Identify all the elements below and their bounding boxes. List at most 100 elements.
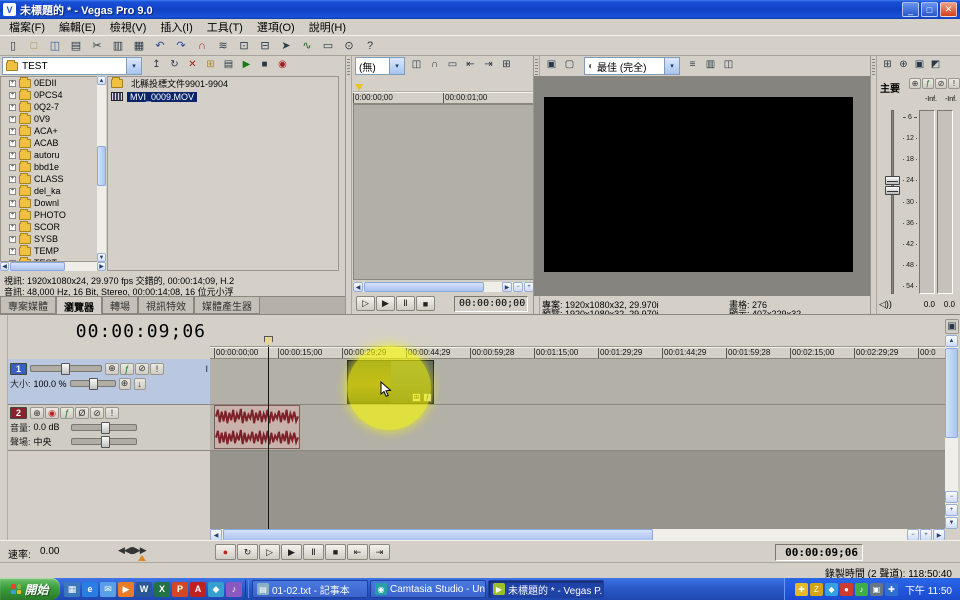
quicklaunch-excel[interactable]: X xyxy=(154,582,170,597)
tray-icon-5[interactable]: ♪ xyxy=(855,583,868,596)
invert-phase-button[interactable]: Ø xyxy=(75,407,89,419)
paste-button[interactable]: ▦ xyxy=(129,37,149,54)
expand-icon[interactable]: + xyxy=(9,212,16,219)
play-from-start-button[interactable]: ▷ xyxy=(259,544,280,560)
stop-button[interactable]: ■ xyxy=(416,296,435,311)
quicklaunch-media-player[interactable]: ▶ xyxy=(118,582,134,597)
zoom-out-icon[interactable]: − xyxy=(513,282,523,292)
panel-grip[interactable] xyxy=(346,56,352,314)
tree-folder-item[interactable]: + SYSB xyxy=(1,233,97,245)
tab-video-fx[interactable]: 視訊特效 xyxy=(138,297,194,314)
address-dropdown[interactable]: TEST ▾ xyxy=(2,57,142,75)
tree-folder-item[interactable]: + 0EDII xyxy=(1,77,97,89)
menu-item[interactable]: 檔案(F) xyxy=(2,18,52,36)
tray-icon-6[interactable]: ▣ xyxy=(870,583,883,596)
taskbar-window-vegas[interactable]: ▶ 未標題的 * - Vegas P... xyxy=(488,580,604,598)
pan-slider[interactable] xyxy=(71,438,137,445)
expand-icon[interactable]: + xyxy=(9,92,16,99)
size-value[interactable]: 100.0 % xyxy=(34,379,67,389)
scroll-thumb[interactable] xyxy=(97,146,106,186)
scroll-left-icon[interactable]: ◀ xyxy=(0,262,9,271)
video-track-lane[interactable] xyxy=(210,359,945,405)
video-preview[interactable] xyxy=(544,97,853,272)
scroll-thumb[interactable] xyxy=(364,282,484,292)
new-folder-button[interactable]: ⊞ xyxy=(202,57,219,72)
timeline-ruler[interactable]: 00:00:00;00 00:00:15;00 00:00:29;29 00:0… xyxy=(210,347,945,359)
quicklaunch-media[interactable]: ♪ xyxy=(226,582,242,597)
track-fx-button[interactable]: ƒ xyxy=(60,407,74,419)
delete-button[interactable]: ✕ xyxy=(184,57,201,72)
save-button[interactable]: ◫ xyxy=(45,37,65,54)
cut-button[interactable]: ✂ xyxy=(87,37,107,54)
project-video-properties-button[interactable]: ▣ xyxy=(543,57,560,72)
expand-icon[interactable]: + xyxy=(9,80,16,87)
dropdown-arrow-icon[interactable]: ▾ xyxy=(389,58,404,74)
menu-item[interactable]: 插入(I) xyxy=(153,18,199,36)
scroll-down-icon[interactable]: ▼ xyxy=(945,517,958,529)
tree-h-scrollbar[interactable]: ◀ ▶ xyxy=(0,262,106,271)
auto-preview-toggle[interactable]: ◉ xyxy=(274,57,291,72)
tray-icon-4[interactable]: ● xyxy=(840,583,853,596)
expand-icon[interactable]: + xyxy=(9,104,16,111)
speaker-icon[interactable]: ◁)) xyxy=(879,299,892,310)
quicklaunch-word[interactable]: W xyxy=(136,582,152,597)
expand-icon[interactable]: + xyxy=(9,200,16,207)
restore-button[interactable]: □ xyxy=(921,2,938,17)
tree-folder-item[interactable]: + bbd1e xyxy=(1,161,97,173)
views-button[interactable]: ▤ xyxy=(220,57,237,72)
size-slider[interactable] xyxy=(70,380,116,387)
expand-icon[interactable]: + xyxy=(9,236,16,243)
automation-settings-button[interactable]: ⊕ xyxy=(30,407,44,419)
track-number-badge[interactable]: 1 xyxy=(10,363,27,375)
redo-button[interactable]: ↷ xyxy=(171,37,191,54)
trimmer-marker-bar[interactable] xyxy=(353,82,534,92)
composite-level-slider[interactable] xyxy=(30,365,102,372)
tray-icon-2[interactable]: Z xyxy=(810,583,823,596)
play-button[interactable]: ▶ xyxy=(281,544,302,560)
tree-folder-item[interactable]: + ACAB xyxy=(1,137,97,149)
scroll-up-icon[interactable]: ▲ xyxy=(945,335,958,347)
quicklaunch-powerpoint[interactable]: P xyxy=(172,582,188,597)
automation-settings-button[interactable]: ⊕ xyxy=(105,363,119,375)
track-number-badge[interactable]: 2 xyxy=(10,407,27,419)
stop-preview-button[interactable]: ■ xyxy=(256,57,273,72)
tray-icon-3[interactable]: ◆ xyxy=(825,583,838,596)
quicklaunch-show-desktop[interactable]: ▦ xyxy=(64,582,80,597)
expand-keyframes-icon[interactable]: ↓ xyxy=(134,378,146,390)
tree-folder-item[interactable]: + PHOTO xyxy=(1,209,97,221)
taskbar-window-camtasia[interactable]: ◉ Camtasia Studio - Unti... xyxy=(370,580,486,598)
solo-button[interactable]: ! xyxy=(150,363,164,375)
timeline-grip[interactable] xyxy=(0,315,8,541)
tree-folder-item[interactable]: + 0PCS4 xyxy=(1,89,97,101)
taskbar-window-notepad[interactable]: ▤ 01-02.txt - 記事本 xyxy=(252,580,368,598)
scroll-down-icon[interactable]: ▼ xyxy=(97,253,106,262)
save-frame-button[interactable]: ◫ xyxy=(720,57,737,72)
go-to-end-button[interactable]: ⇥ xyxy=(369,544,390,560)
scroll-left-icon[interactable]: ◀ xyxy=(353,282,363,292)
tree-folder-item[interactable]: + 0V9 xyxy=(1,113,97,125)
tree-folder-item[interactable]: + del_ka xyxy=(1,185,97,197)
save-markers-button[interactable]: ◫ xyxy=(408,57,425,72)
tab-explorer[interactable]: 瀏覽器 xyxy=(56,297,102,315)
tree-folder-item[interactable]: + ACA+ xyxy=(1,125,97,137)
mute-button[interactable]: ⊘ xyxy=(90,407,104,419)
tree-folder-item[interactable]: + Downl xyxy=(1,197,97,209)
expand-icon[interactable]: + xyxy=(9,116,16,123)
go-to-start-button[interactable]: ⇤ xyxy=(347,544,368,560)
pan-value[interactable]: 中央 xyxy=(34,435,68,448)
file-row[interactable]: 北縣投標文件9901-9904 xyxy=(108,77,338,90)
trimmer-time-display[interactable]: 00:00:00;00 xyxy=(454,296,528,312)
quicklaunch-outlook[interactable]: ✉ xyxy=(100,582,116,597)
expand-icon[interactable]: + xyxy=(9,188,16,195)
menu-item[interactable]: 編輯(E) xyxy=(52,18,103,36)
refresh-button[interactable]: ↻ xyxy=(166,57,183,72)
insert-bus-button[interactable]: ⊞ xyxy=(880,57,895,72)
mixer-properties-button[interactable]: ▣ xyxy=(912,57,927,72)
tree-folder-item[interactable]: + SCOR xyxy=(1,221,97,233)
mute-button[interactable]: ⊘ xyxy=(135,363,149,375)
menu-item[interactable]: 工具(T) xyxy=(200,18,250,36)
start-preview-button[interactable]: ▶ xyxy=(238,57,255,72)
tree-folder-item[interactable]: + TEMP xyxy=(1,245,97,257)
play-from-start-button[interactable]: ▷ xyxy=(356,296,375,311)
envelope-tool-button[interactable]: ∿ xyxy=(297,37,317,54)
